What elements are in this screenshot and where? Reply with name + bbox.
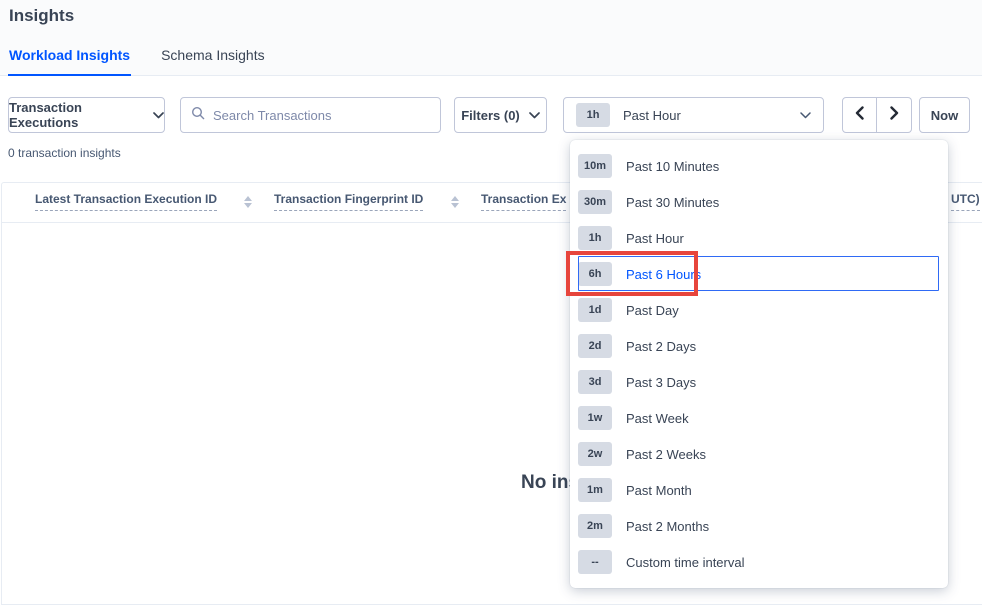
time-option-badge: 6h [578,262,612,286]
time-option-badge: -- [578,550,612,574]
time-option-past-10-minutes[interactable]: 10m Past 10 Minutes [570,148,948,184]
time-option-label: Past 2 Days [626,339,696,354]
time-option-label: Past 3 Days [626,375,696,390]
sort-icon[interactable] [244,196,252,208]
time-option-past-month[interactable]: 1m Past Month [570,472,948,508]
column-header[interactable]: Latest Transaction Execution ID [35,192,217,211]
time-interval-label: Past Hour [623,108,681,123]
chevron-down-icon [529,112,540,119]
time-option-past-3-days[interactable]: 3d Past 3 Days [570,364,948,400]
search-icon [191,106,205,125]
column-header[interactable]: UTC) [951,192,980,211]
time-option-past-hour[interactable]: 1h Past Hour [570,220,948,256]
filters-label: Filters (0) [461,108,520,123]
page-title: Insights [9,6,74,26]
search-box[interactable] [180,97,441,133]
time-option-label: Past Week [626,411,689,426]
time-option-label: Past Day [626,303,679,318]
tab-schema-insights[interactable]: Schema Insights [160,47,266,76]
tab-bar: Workload Insights Schema Insights [8,47,266,76]
chevron-down-icon [153,112,164,119]
time-option-badge: 1w [578,406,612,430]
time-option-label: Past Hour [626,231,684,246]
time-option-badge: 1h [578,226,612,250]
time-option-past-30-minutes[interactable]: 30m Past 30 Minutes [570,184,948,220]
time-option-label: Past 2 Months [626,519,709,534]
chevron-left-icon [855,106,864,125]
time-option-past-2-weeks[interactable]: 2w Past 2 Weeks [570,436,948,472]
time-option-badge: 2m [578,514,612,538]
time-option-label: Past Month [626,483,692,498]
now-button[interactable]: Now [919,97,970,133]
insights-page: Insights Workload Insights Schema Insight… [0,0,982,605]
time-option-past-2-days[interactable]: 2d Past 2 Days [570,328,948,364]
time-option-badge: 2w [578,442,612,466]
time-option-label: Past 6 Hours [626,267,701,282]
time-option-past-2-months[interactable]: 2m Past 2 Months [570,508,948,544]
time-option-badge: 1d [578,298,612,322]
time-interval-select[interactable]: 1h Past Hour [563,97,824,133]
time-nav-group [842,97,912,133]
time-option-past-week[interactable]: 1w Past Week [570,400,948,436]
time-option-badge: 2d [578,334,612,358]
time-option-custom-time-interval[interactable]: -- Custom time interval [570,544,948,580]
time-option-badge: 30m [578,190,612,214]
workload-type-label: Transaction Executions [9,100,144,130]
column-header[interactable]: Transaction Ex [481,192,566,211]
time-option-badge: 3d [578,370,612,394]
prev-interval-button[interactable] [842,97,877,133]
time-option-past-6-hours[interactable]: 6h Past 6 Hours [570,256,948,292]
chevron-right-icon [890,106,899,125]
time-option-past-day[interactable]: 1d Past Day [570,292,948,328]
insights-count: 0 transaction insights [8,146,121,160]
now-label: Now [931,108,958,123]
next-interval-button[interactable] [877,97,912,133]
time-option-label: Past 10 Minutes [626,159,719,174]
workload-type-dropdown[interactable]: Transaction Executions [8,97,165,133]
filters-button[interactable]: Filters (0) [454,97,547,133]
time-interval-badge: 1h [576,103,610,127]
sort-icon[interactable] [451,196,459,208]
chevron-down-icon [800,112,811,119]
time-interval-dropdown-menu: 10m Past 10 Minutes 30m Past 30 Minutes 1h Pa… [570,140,948,588]
time-option-label: Custom time interval [626,555,744,570]
search-input[interactable] [213,108,430,123]
time-option-badge: 1m [578,478,612,502]
tab-workload-insights[interactable]: Workload Insights [8,47,131,76]
time-option-badge: 10m [578,154,612,178]
time-option-label: Past 2 Weeks [626,447,706,462]
time-option-label: Past 30 Minutes [626,195,719,210]
column-header[interactable]: Transaction Fingerprint ID [274,192,423,211]
page-header: Insights Workload Insights Schema Insight… [0,0,982,76]
